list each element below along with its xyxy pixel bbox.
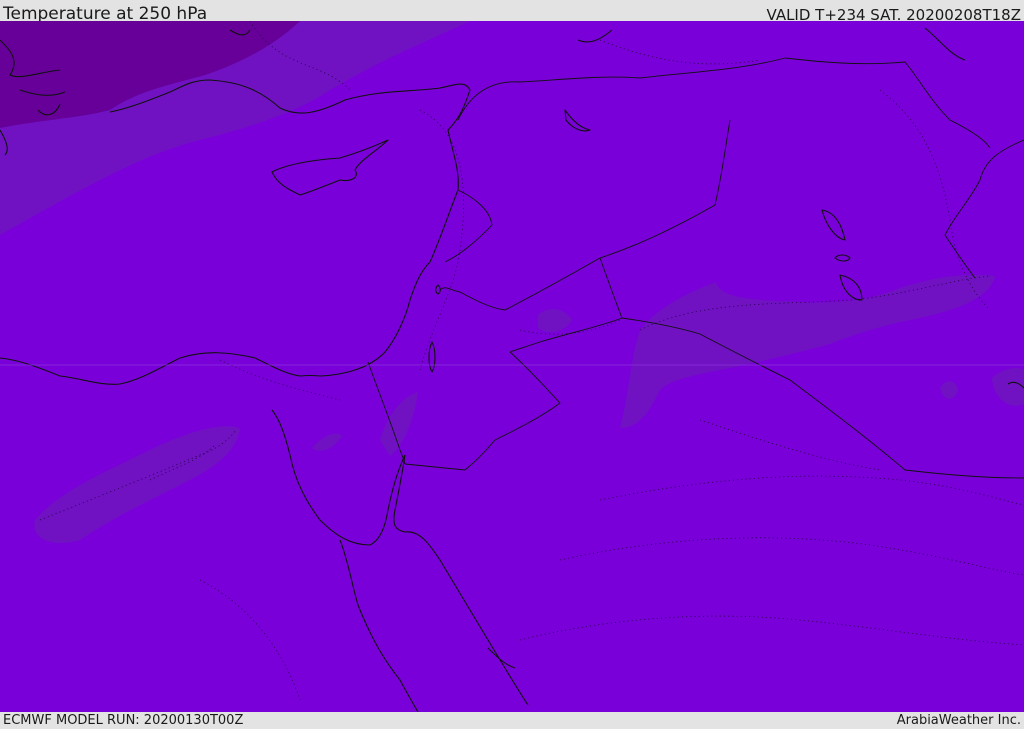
credit-label: ArabiaWeather Inc.	[896, 713, 1021, 728]
footer-bar: ECMWF MODEL RUN: 20200130T00Z ArabiaWeat…	[0, 712, 1024, 729]
header-bar: Temperature at 250 hPa VALID T+234 SAT. …	[0, 0, 1024, 24]
temperature-map	[0, 21, 1024, 712]
model-run-label: ECMWF MODEL RUN: 20200130T00Z	[3, 713, 244, 728]
